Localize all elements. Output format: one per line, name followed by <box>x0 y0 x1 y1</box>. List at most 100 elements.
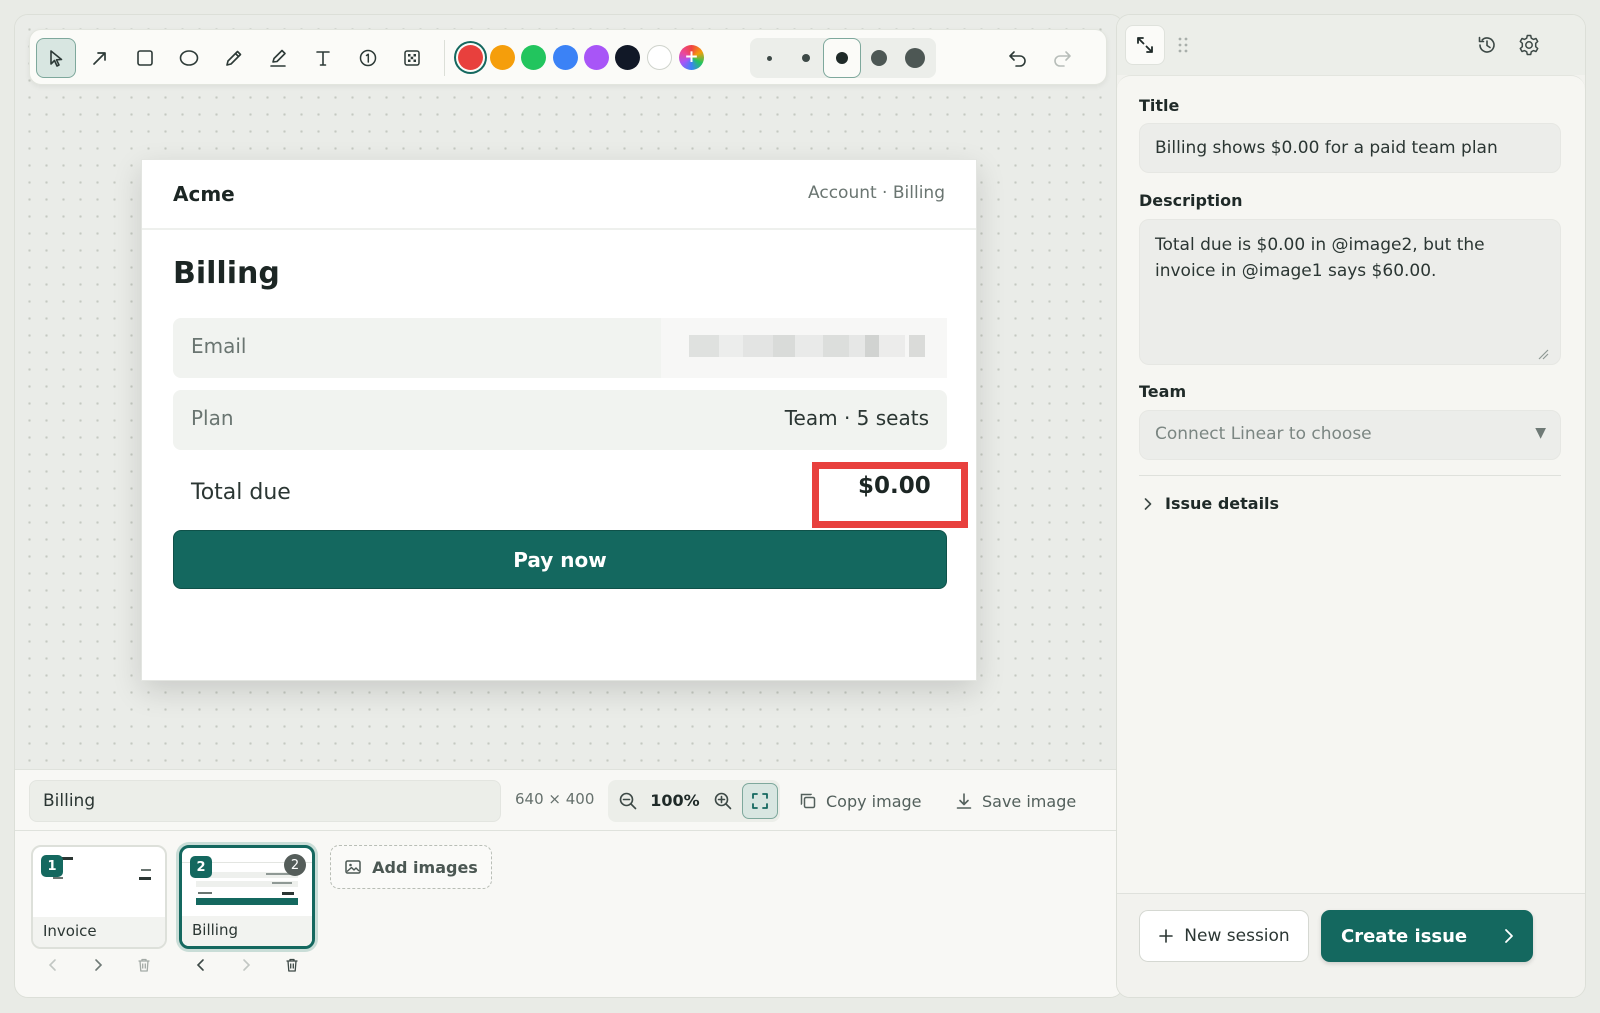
ellipse-tool-button[interactable] <box>169 38 209 78</box>
stroke-size-group <box>750 38 936 78</box>
drag-handle-icon <box>1178 37 1188 53</box>
color-white-swatch[interactable] <box>647 45 672 70</box>
zoom-control: 100% <box>608 780 780 822</box>
expand-panel-button[interactable] <box>1125 25 1165 65</box>
issue-details-toggle[interactable]: Issue details <box>1143 494 1279 513</box>
pixelated-redaction <box>661 318 947 378</box>
issue-details-label: Issue details <box>1165 494 1280 513</box>
thumbnail-invoice[interactable]: 1 Invoice <box>31 845 167 949</box>
redo-button[interactable] <box>1042 38 1082 78</box>
toolbar-divider <box>444 40 445 76</box>
stroke-size-l-button[interactable] <box>860 38 898 78</box>
gear-icon <box>1519 34 1539 56</box>
color-red-swatch[interactable] <box>458 45 483 70</box>
trash-icon[interactable] <box>284 957 300 973</box>
pixelate-icon <box>404 50 420 66</box>
stroke-size-m-button[interactable] <box>823 38 861 78</box>
drag-handle[interactable] <box>1163 25 1203 65</box>
expand-icon <box>1137 37 1153 53</box>
move-left-icon[interactable] <box>194 958 208 972</box>
stroke-size-xl-button[interactable] <box>896 38 934 78</box>
screenshot-email-label: Email <box>191 334 247 358</box>
new-session-button[interactable]: New session <box>1139 910 1309 962</box>
issue-form: Title Description Total due is $0.00 in … <box>1117 75 1585 893</box>
title-input[interactable] <box>1139 123 1561 173</box>
history-icon <box>1478 36 1495 53</box>
thumbnail-billing[interactable]: 2 2 Billing <box>179 845 315 949</box>
add-images-label: Add images <box>372 857 478 877</box>
copy-image-button[interactable]: Copy image <box>799 780 922 822</box>
thumbnail-label: Invoice <box>33 917 165 947</box>
arrow-tool-button[interactable] <box>80 38 120 78</box>
ellipse-icon <box>179 50 199 66</box>
highlight-rectangle-annotation[interactable] <box>812 462 968 528</box>
stroke-size-xs-button[interactable] <box>750 38 788 78</box>
thumbnail-strip: 1 Invoice 2 2 Billing Add images <box>15 831 1123 997</box>
annotation-count-badge: 2 <box>284 854 306 876</box>
image-bar: 640 × 400 100% Copy image Save image <box>15 769 1123 831</box>
save-image-button[interactable]: Save image <box>955 780 1076 822</box>
chevron-right-icon <box>1144 497 1152 510</box>
custom-color-button[interactable]: + <box>679 45 704 70</box>
stroke-size-s-button[interactable] <box>787 38 825 78</box>
save-image-label: Save image <box>982 791 1077 811</box>
undo-icon <box>1009 51 1026 67</box>
fit-screen-icon <box>752 793 768 809</box>
select-tool-button[interactable] <box>36 38 76 78</box>
redo-icon <box>1054 51 1071 67</box>
team-select-value: Connect Linear to choose <box>1155 424 1372 444</box>
undo-button[interactable] <box>998 38 1038 78</box>
canvas-area[interactable]: + Acme Account · Billing Billing Email P… <box>15 15 1123 769</box>
copy-icon <box>800 793 816 809</box>
description-textarea[interactable]: Total due is $0.00 in @image2, but the i… <box>1139 219 1561 365</box>
screenshot-plan-value: Team · 5 seats <box>784 406 929 430</box>
team-select[interactable]: Connect Linear to choose ▼ <box>1139 410 1561 460</box>
copy-image-label: Copy image <box>826 791 922 811</box>
issue-panel: Title Description Total due is $0.00 in … <box>1116 14 1586 998</box>
fit-to-screen-button[interactable] <box>742 783 778 819</box>
screenshot-plan-label: Plan <box>191 406 234 430</box>
screenshot-total-label: Total due <box>191 480 291 505</box>
trash-icon[interactable] <box>136 957 152 973</box>
add-images-button[interactable]: Add images <box>330 845 492 889</box>
pixelate-tool-button[interactable] <box>392 38 432 78</box>
color-picker-icon: + <box>684 47 699 67</box>
move-right-icon[interactable] <box>239 958 253 972</box>
zoom-out-button[interactable] <box>612 780 644 822</box>
zoom-in-icon <box>714 792 732 810</box>
resize-grip-icon[interactable] <box>1537 348 1549 360</box>
screenshot-header: Acme Account · Billing <box>142 160 976 230</box>
color-purple-swatch[interactable] <box>584 45 609 70</box>
rectangle-tool-button[interactable] <box>125 38 165 78</box>
screenshot-breadcrumb: Account · Billing <box>808 183 945 203</box>
highlighter-tool-button[interactable] <box>258 38 298 78</box>
thumbnail-billing-controls <box>179 957 315 973</box>
pencil-icon <box>226 50 242 66</box>
thumbnail-invoice-controls <box>31 957 167 973</box>
create-issue-button[interactable]: Create issue <box>1321 910 1533 962</box>
editor-panel: + Acme Account · Billing Billing Email P… <box>14 14 1124 998</box>
move-left-icon[interactable] <box>46 958 60 972</box>
create-issue-label: Create issue <box>1341 925 1468 947</box>
thumbnail-index-badge: 1 <box>41 855 63 877</box>
pen-tool-button[interactable] <box>214 38 254 78</box>
zoom-in-button[interactable] <box>707 780 739 822</box>
color-orange-swatch[interactable] <box>490 45 515 70</box>
step-number-tool-button[interactable] <box>348 38 388 78</box>
numbered-step-icon <box>359 49 377 67</box>
image-name-input[interactable] <box>29 780 501 822</box>
rectangle-icon <box>137 50 153 66</box>
description-label: Description <box>1139 191 1243 210</box>
screenshot-brand: Acme <box>173 182 235 206</box>
color-blue-swatch[interactable] <box>553 45 578 70</box>
move-right-icon[interactable] <box>91 958 105 972</box>
annotated-screenshot[interactable]: Acme Account · Billing Billing Email Pla… <box>141 159 977 681</box>
text-tool-button[interactable] <box>303 38 343 78</box>
color-green-swatch[interactable] <box>521 45 546 70</box>
settings-button[interactable] <box>1509 25 1549 65</box>
cursor-icon <box>50 50 63 67</box>
thumbnail-label: Billing <box>182 916 312 946</box>
color-black-swatch[interactable] <box>615 45 640 70</box>
annotation-toolbar: + <box>29 29 1107 85</box>
history-button[interactable] <box>1467 25 1507 65</box>
